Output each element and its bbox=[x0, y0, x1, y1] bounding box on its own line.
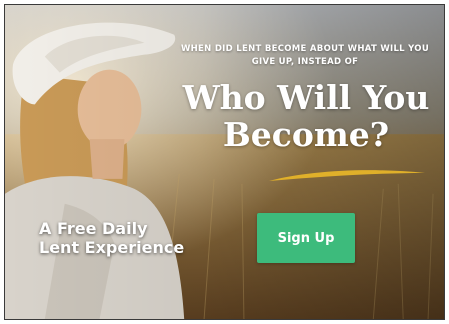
ad-headline: Who Will You Become? bbox=[182, 78, 430, 154]
decorative-swash bbox=[269, 170, 425, 181]
ad-question-text: When did Lent become about what will you… bbox=[180, 44, 430, 67]
lent-ad-banner[interactable]: When did Lent become about what will you… bbox=[4, 4, 445, 320]
sign-up-button[interactable]: Sign Up bbox=[257, 213, 355, 263]
promo-text: A Free Daily Lent Experience bbox=[39, 219, 184, 257]
promo-line-1: A Free Daily bbox=[39, 219, 148, 238]
promo-line-2: Lent Experience bbox=[39, 238, 185, 257]
